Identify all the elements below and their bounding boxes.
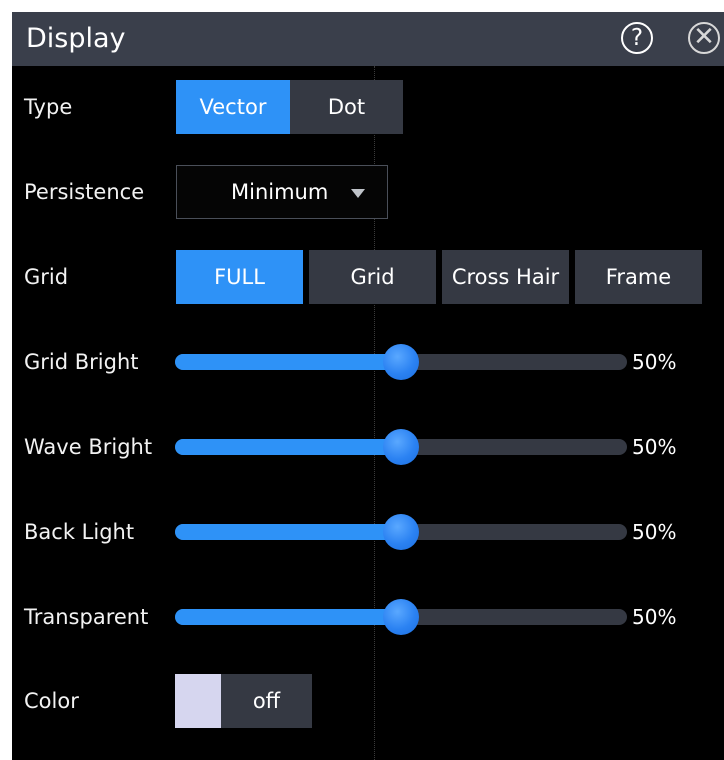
transparent-label: Transparent <box>24 605 149 629</box>
slider-fill <box>175 609 401 625</box>
back-light-label: Back Light <box>24 520 135 544</box>
display-dialog: Display ? ✕ Type Vector Dot Persistence … <box>12 12 724 760</box>
title-bar: Display ? ✕ <box>12 12 724 66</box>
slider-fill <box>175 524 401 540</box>
type-dot-button[interactable]: Dot <box>290 80 403 134</box>
grid-bright-label: Grid Bright <box>24 350 139 374</box>
persistence-value: Minimum <box>231 180 329 204</box>
back-light-value: 50% <box>632 520 677 544</box>
slider-fill <box>175 354 401 370</box>
persistence-label: Persistence <box>24 180 145 204</box>
back-light-slider[interactable] <box>175 514 627 550</box>
wave-bright-value: 50% <box>632 435 677 459</box>
type-label: Type <box>24 95 73 119</box>
slider-thumb[interactable] <box>383 429 419 465</box>
slider-fill <box>175 439 401 455</box>
close-icon[interactable]: ✕ <box>688 22 720 54</box>
persistence-dropdown[interactable]: Minimum <box>176 165 388 219</box>
slider-thumb[interactable] <box>383 344 419 380</box>
color-label: Color <box>24 689 79 713</box>
color-toggle-button[interactable]: off <box>221 674 312 728</box>
wave-bright-label: Wave Bright <box>24 435 153 459</box>
grid-full-button[interactable]: FULL <box>176 250 303 304</box>
slider-thumb[interactable] <box>383 599 419 635</box>
grid-crosshair-button[interactable]: Cross Hair <box>442 250 569 304</box>
chevron-down-icon <box>351 189 365 198</box>
grid-grid-button[interactable]: Grid <box>309 250 436 304</box>
type-vector-button[interactable]: Vector <box>176 80 290 134</box>
grid-frame-button[interactable]: Frame <box>575 250 702 304</box>
slider-thumb[interactable] <box>383 514 419 550</box>
transparent-value: 50% <box>632 605 677 629</box>
grid-bright-slider[interactable] <box>175 344 627 380</box>
grid-label: Grid <box>24 265 69 289</box>
wave-bright-slider[interactable] <box>175 429 627 465</box>
grid-bright-value: 50% <box>632 350 677 374</box>
color-swatch[interactable] <box>175 674 221 728</box>
transparent-slider[interactable] <box>175 599 627 635</box>
dialog-title: Display <box>26 23 126 54</box>
help-icon[interactable]: ? <box>621 22 653 54</box>
